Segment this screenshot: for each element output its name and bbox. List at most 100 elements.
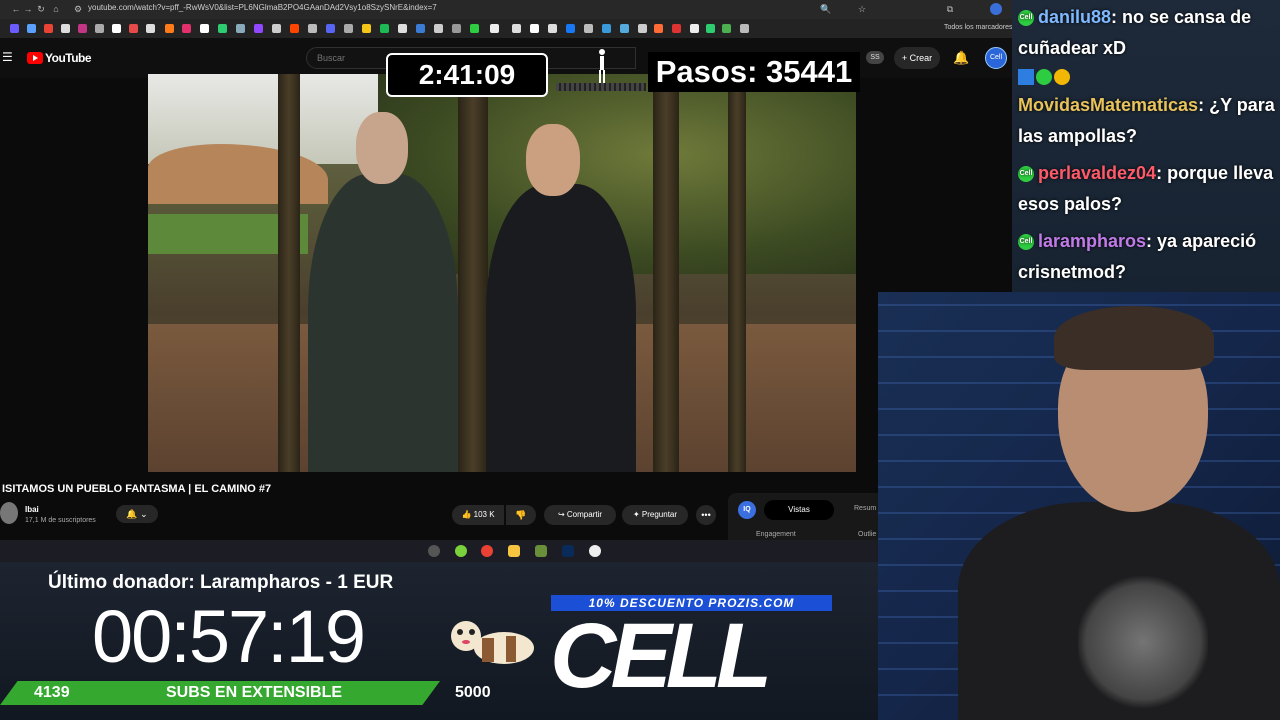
ss-badge[interactable]: SS [866,51,884,64]
bookmark-icon[interactable] [434,24,443,33]
chat-username[interactable]: perlavaldez04 [1038,163,1156,183]
bookmark-icon[interactable] [344,24,353,33]
zoom-icon[interactable]: 🔍 [820,3,832,15]
create-label: Crear [909,53,933,63]
bookmark-icon[interactable] [638,24,647,33]
channel-subscribers: 17,1 M de suscriptores [25,517,96,524]
bookmark-icon[interactable] [690,24,699,33]
bookmark-icon[interactable] [398,24,407,33]
subathon-countdown: 00:57:19 [92,595,366,678]
chat-username[interactable]: MovidasMatematicas [1018,95,1198,115]
video-person-left-head [356,112,408,184]
video-title: ISITAMOS UN PUEBLO FANTASMA | EL CAMINO … [2,483,272,495]
reload-icon[interactable]: ↻ [35,3,47,15]
bookmark-icon[interactable] [566,24,575,33]
bookmark-icon[interactable] [620,24,629,33]
subscriber-badge-icon [1036,69,1052,85]
bookmark-icon[interactable] [722,24,731,33]
bookmark-icon[interactable] [95,24,104,33]
bookmark-icon[interactable] [326,24,335,33]
bookmark-icon[interactable] [272,24,281,33]
bookmark-icon[interactable] [362,24,371,33]
subscription-bell-button[interactable]: 🔔 ⌄ [116,505,158,523]
ask-button[interactable]: ✦ Preguntar [622,505,688,525]
bookmark-icon[interactable] [602,24,611,33]
x-bookmark-icon[interactable] [61,24,70,33]
like-button[interactable]: 👍 103 K [452,505,504,525]
gift-badge-icon [1054,69,1070,85]
bookmark-icon[interactable] [380,24,389,33]
app-taskbar-icon[interactable] [589,545,601,557]
video-scene-tree [728,74,746,472]
photoshop-taskbar-icon[interactable] [562,545,574,557]
webcam-streamer-hair [1054,306,1214,370]
bookmark-icon[interactable] [10,24,19,33]
bookmark-star-icon[interactable]: ☆ [856,3,868,15]
channel-name[interactable]: Ibai [25,505,39,514]
bookmark-icon[interactable] [27,24,36,33]
url-text[interactable]: youtube.com/watch?v=pff_-RwWsV0&list=PL6… [88,3,437,12]
chrome-taskbar-icon[interactable] [481,545,493,557]
profile-icon[interactable] [990,3,1002,15]
share-icon: ↪ [557,510,565,519]
bookmark-icon[interactable] [308,24,317,33]
bookmark-icon[interactable] [218,24,227,33]
home-icon[interactable]: ⌂ [50,3,62,15]
app-taskbar-icon[interactable] [455,545,467,557]
bookmark-icon[interactable] [290,24,299,33]
bookmark-icon[interactable] [146,24,155,33]
chat-message: Cell larampharos: ya apareció crisnetmod? [1018,226,1276,288]
hamburger-menu-icon[interactable]: ☰ [2,50,13,64]
extensions-icon[interactable]: ⧉ [944,3,956,15]
bookmark-icon[interactable] [512,24,521,33]
step-progress-bar [556,83,646,91]
bookmark-icon[interactable] [672,24,681,33]
bookmark-icon[interactable] [182,24,191,33]
forward-icon[interactable]: → [22,3,34,15]
dislike-button[interactable]: 👎 [506,505,536,525]
bookmark-icon[interactable] [452,24,461,33]
bookmark-icon[interactable] [236,24,245,33]
bookmark-icon[interactable] [200,24,209,33]
gmail-bookmark-icon[interactable] [44,24,53,33]
bookmark-icon[interactable] [129,24,138,33]
tab-resumen[interactable]: Resum [854,505,876,512]
notifications-bell-icon[interactable]: 🔔 [953,50,969,66]
plus-icon: + [901,53,910,63]
site-info-icon[interactable]: ⚙ [72,3,84,15]
minecraft-taskbar-icon[interactable] [535,545,547,557]
bookmark-icon[interactable] [112,24,121,33]
share-button[interactable]: ↪ Compartir [544,505,616,525]
channel-avatar[interactable] [0,502,18,524]
instagram-bookmark-icon[interactable] [78,24,87,33]
bookmark-icon[interactable] [584,24,593,33]
more-actions-button[interactable]: ••• [696,505,716,525]
youtube-logo-icon[interactable] [27,52,43,64]
create-button[interactable]: + Crear [894,47,940,69]
video-player[interactable] [148,74,856,472]
subscriber-badge-icon: Cell [1018,10,1034,27]
chat-username[interactable]: larampharos [1038,231,1146,251]
chat-username[interactable]: danilu88 [1038,7,1111,27]
all-bookmarks-link[interactable]: Todos los marcadores [944,24,1012,31]
avatar[interactable]: Cell [985,47,1007,69]
tab-vistas[interactable]: Vistas [764,500,834,520]
bookmark-icon[interactable] [706,24,715,33]
bookmark-icon[interactable] [490,24,499,33]
vidiq-icon[interactable]: IQ [738,501,756,519]
bookmark-icon[interactable] [416,24,425,33]
bookmark-icon[interactable] [548,24,557,33]
engagement-label: Engagement [756,531,796,538]
like-count: 103 K [473,510,495,519]
bookmark-icon[interactable] [165,24,174,33]
obs-taskbar-icon[interactable] [428,545,440,557]
bookmark-icon[interactable] [740,24,749,33]
bookmark-icon[interactable] [530,24,539,33]
bookmark-icon[interactable] [470,24,479,33]
folder-taskbar-icon[interactable] [508,545,520,557]
twitch-bookmark-icon[interactable] [254,24,263,33]
back-icon[interactable]: ← [10,3,22,15]
bookmark-icon[interactable] [654,24,663,33]
webcam-feed [878,292,1280,720]
youtube-brand[interactable]: YouTube [45,51,92,65]
